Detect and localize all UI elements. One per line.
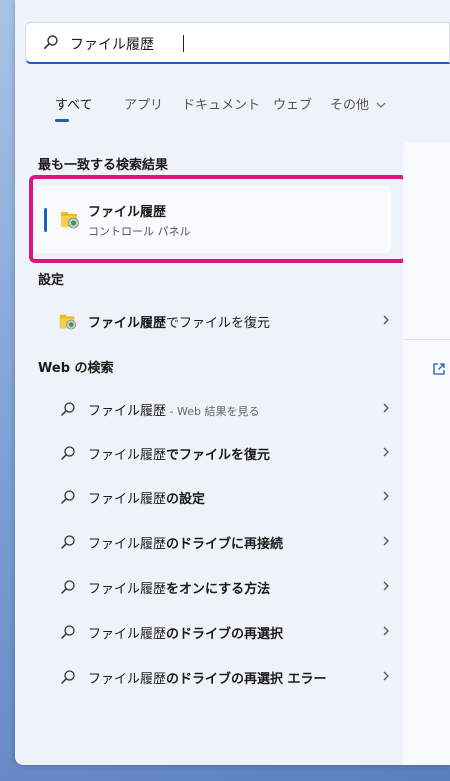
web-result-item[interactable]: ファイル履歴をオンにする方法 [38,568,390,606]
search-icon [61,670,75,684]
web-item-rest: の設定 [166,492,206,507]
search-icon [61,490,75,504]
web-item-bold: ファイル履歴 [88,404,167,419]
open-external-icon[interactable] [432,362,446,376]
chevron-right-icon [383,403,389,413]
web-item-bold: ファイル履歴 [88,627,167,642]
search-icon [43,34,59,54]
web-item-rest: でファイルを復元 [166,448,271,463]
search-icon [61,625,75,639]
search-icon [61,446,75,460]
settings-item[interactable]: ファイル履歴でファイルを復元 [38,302,390,340]
chevron-right-icon [383,536,389,546]
web-result-item[interactable]: ファイル履歴の設定 [38,478,390,516]
preview-pane [403,142,450,765]
settings-item-rest: でファイルを復元 [166,316,271,331]
web-item-bold: ファイル履歴 [88,672,167,687]
web-item-rest: をオンにする方法 [166,582,271,597]
web-item-bold: ファイル履歴 [88,537,167,552]
web-item-bold: ファイル履歴 [88,582,167,597]
search-icon [61,535,75,549]
web-result-item[interactable]: ファイル履歴でファイルを復元 [38,434,390,472]
chevron-right-icon [383,447,389,457]
section-best-match: 最も一致する検索結果 [38,158,169,173]
chevron-right-icon [383,315,389,325]
text-caret [183,35,184,52]
chevron-right-icon [383,491,389,501]
web-item-bold: ファイル履歴 [88,448,167,463]
tab-more-label: その他 [330,98,370,113]
search-icon [61,402,75,416]
chevron-right-icon [383,671,389,681]
search-icon [61,580,75,594]
tab-all[interactable]: すべて [55,94,93,113]
web-result-item[interactable]: ファイル履歴のドライブに再接続 [38,523,390,561]
web-result-item[interactable]: ファイル履歴のドライブの再選択 [38,613,390,651]
web-result-item[interactable]: ファイル履歴 - Web 結果を見る [38,390,390,428]
file-history-icon [59,314,77,330]
tab-web[interactable]: ウェブ [273,94,312,113]
chevron-right-icon [383,581,389,591]
tab-more[interactable]: その他 [330,94,386,113]
web-result-item[interactable]: ファイル履歴のドライブの再選択 エラー [38,658,390,696]
web-item-rest: のドライブの再選択 [166,627,284,642]
search-input[interactable]: ファイル履歴 [70,34,154,54]
divider [403,339,450,340]
chevron-down-icon [376,102,386,108]
tab-apps[interactable]: アプリ [124,94,163,113]
section-settings: 設定 [38,273,65,288]
highlight-annotation [29,175,407,263]
web-item-bold: ファイル履歴 [88,492,167,507]
web-item-rest: のドライブに再接続 [166,537,284,552]
tab-documents[interactable]: ドキュメント [182,94,260,113]
chevron-right-icon [383,626,389,636]
settings-item-bold: ファイル履歴 [88,316,167,331]
active-tab-indicator [55,119,69,122]
web-item-sub: - Web 結果を見る [166,405,260,418]
section-web: Web の検索 [38,361,114,376]
search-box[interactable]: ファイル履歴 [25,22,450,64]
web-item-rest: のドライブの再選択 エラー [166,672,327,687]
